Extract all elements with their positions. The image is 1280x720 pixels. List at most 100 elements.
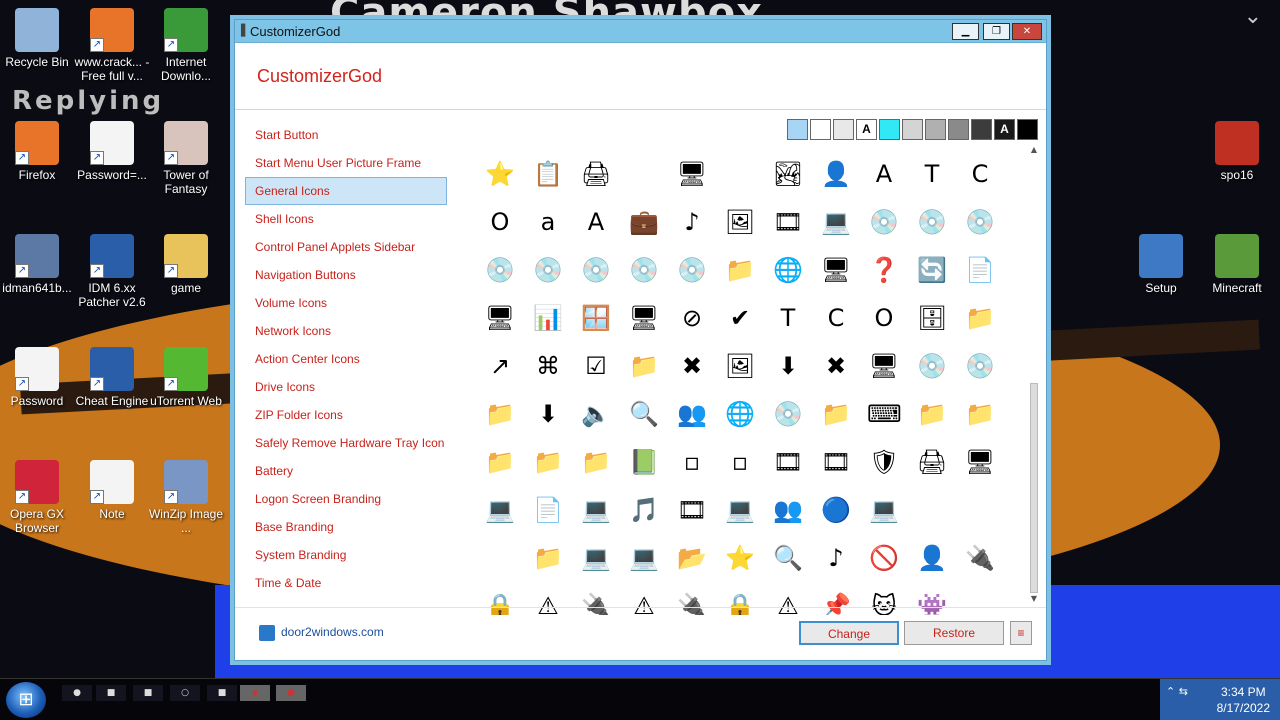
desktop-icon[interactable]: spo16 [1199, 121, 1275, 182]
resource-icon[interactable]: 🖼 [723, 349, 757, 383]
resource-icon[interactable]: 💻 [627, 541, 661, 575]
menu-item[interactable]: Shell Icons [245, 205, 447, 233]
resource-icon[interactable]: 🖥 [819, 253, 853, 287]
resource-icon[interactable]: 📁 [579, 445, 613, 479]
resource-icon[interactable]: 📁 [483, 445, 517, 479]
resource-icon[interactable]: 🖨 [915, 445, 949, 479]
resource-icon[interactable]: 💿 [915, 349, 949, 383]
resource-icon[interactable]: ✔ [723, 301, 757, 335]
close-button[interactable]: ✕ [1012, 23, 1042, 40]
menu-item[interactable]: Time & Date [245, 569, 447, 597]
theme-swatch[interactable] [833, 119, 854, 140]
resource-icon[interactable]: 🔒 [483, 589, 517, 615]
resource-icon[interactable]: ♪ [819, 541, 853, 575]
desktop-icon[interactable]: ↗ Note [74, 460, 150, 521]
resource-icon[interactable]: A [579, 205, 613, 239]
resource-icon[interactable] [723, 157, 757, 191]
resource-icon[interactable]: 🔈 [579, 397, 613, 431]
menu-item[interactable]: Volume Icons [245, 289, 447, 317]
resource-icon[interactable]: C [963, 157, 997, 191]
menu-item[interactable]: Action Center Icons [245, 345, 447, 373]
resource-icon[interactable]: 👥 [771, 493, 805, 527]
menu-item[interactable]: ZIP Folder Icons [245, 401, 447, 429]
resource-icon[interactable]: 🛡 [867, 445, 901, 479]
resource-icon[interactable]: 👥 [675, 397, 709, 431]
resource-icon[interactable]: 📁 [483, 397, 517, 431]
theme-swatch[interactable] [810, 119, 831, 140]
resource-icon[interactable]: 💻 [819, 205, 853, 239]
resource-icon[interactable]: 💿 [483, 253, 517, 287]
resource-icon[interactable]: 💻 [579, 541, 613, 575]
resource-icon[interactable]: 🎞 [771, 445, 805, 479]
resource-icon[interactable]: ⭐ [483, 157, 517, 191]
resource-icon[interactable]: ⚠ [627, 589, 661, 615]
resource-icon[interactable]: 📄 [531, 493, 565, 527]
resource-icon[interactable] [963, 589, 997, 615]
resource-icon[interactable]: 🔌 [675, 589, 709, 615]
tray-clock[interactable]: 3:34 PM 8/17/2022 [1217, 684, 1270, 716]
theme-swatch[interactable] [1017, 119, 1038, 140]
resource-icon[interactable]: 💿 [771, 397, 805, 431]
restore-button[interactable]: Restore [904, 621, 1004, 645]
resource-icon[interactable]: 📁 [963, 397, 997, 431]
desktop-icon[interactable]: ↗ WinZip Image ... [148, 460, 224, 535]
resource-icon[interactable]: T [915, 157, 949, 191]
resource-icon[interactable]: 📄 [963, 253, 997, 287]
desktop-icon[interactable]: ↗ Opera GX Browser [0, 460, 75, 535]
resource-icon[interactable]: 💿 [963, 205, 997, 239]
resource-icon[interactable]: ⬇ [771, 349, 805, 383]
taskbar-app-button[interactable]: ▪ [240, 685, 270, 701]
desktop-icon[interactable]: ↗ Password [0, 347, 75, 408]
resource-icon[interactable]: 💿 [675, 253, 709, 287]
resource-icon[interactable]: 💿 [627, 253, 661, 287]
start-button[interactable]: ⊞ [6, 682, 46, 718]
resource-icon[interactable]: ▫ [723, 445, 757, 479]
resource-icon[interactable]: ⚠ [531, 589, 565, 615]
menu-item[interactable]: General Icons [245, 177, 447, 205]
resource-icon[interactable]: ▫ [675, 445, 709, 479]
resource-icon[interactable]: ⌘ [531, 349, 565, 383]
menu-item[interactable]: Battery [245, 457, 447, 485]
resource-icon[interactable]: 🖥 [963, 445, 997, 479]
resource-icon[interactable] [963, 493, 997, 527]
resource-icon[interactable]: 🖥 [483, 301, 517, 335]
minimize-button[interactable]: ▁ [952, 23, 979, 40]
menu-item[interactable]: Safely Remove Hardware Tray Icon [245, 429, 447, 457]
resource-icon[interactable]: 📋 [531, 157, 565, 191]
resource-icon[interactable] [483, 541, 517, 575]
menu-item[interactable]: Network Icons [245, 317, 447, 345]
resource-icon[interactable]: 🔄 [915, 253, 949, 287]
icon-grid-scrollbar[interactable]: ▲ ▼ [1029, 145, 1039, 604]
resource-icon[interactable]: 💿 [531, 253, 565, 287]
resource-icon[interactable]: 🪟 [579, 301, 613, 335]
resource-icon[interactable]: 🖥 [627, 301, 661, 335]
resource-icon[interactable]: 💼 [627, 205, 661, 239]
resource-icon[interactable]: A [867, 157, 901, 191]
desktop-icon[interactable]: ↗ idman641b... [0, 234, 75, 295]
taskbar-app-button[interactable]: ■ [133, 685, 163, 701]
resource-icon[interactable]: ✖ [675, 349, 709, 383]
resource-icon[interactable]: ⬇ [531, 397, 565, 431]
resource-icon[interactable]: 💿 [867, 205, 901, 239]
resource-icon[interactable]: 📁 [531, 445, 565, 479]
resource-icon[interactable]: 🌐 [771, 253, 805, 287]
menu-item[interactable]: Drive Icons [245, 373, 447, 401]
resource-icon[interactable]: 🗄 [915, 301, 949, 335]
menu-item[interactable]: Start Button [245, 121, 447, 149]
theme-swatch[interactable]: A [856, 119, 877, 140]
resource-icon[interactable]: ⚠ [771, 589, 805, 615]
theme-swatch[interactable] [971, 119, 992, 140]
resource-icon[interactable]: 💻 [867, 493, 901, 527]
taskbar-app-button[interactable]: ● [62, 685, 92, 701]
desktop-icon[interactable]: ↗ Internet Downlo... [148, 8, 224, 83]
menu-item[interactable]: Base Branding [245, 513, 447, 541]
resource-icon[interactable]: 📁 [915, 397, 949, 431]
resource-icon[interactable]: ⭐ [723, 541, 757, 575]
resource-icon[interactable]: ↗ [483, 349, 517, 383]
tray-icons[interactable]: ⌃ ⇆ [1166, 685, 1188, 698]
menu-item[interactable]: Logon Screen Branding [245, 485, 447, 513]
resource-icon[interactable]: 📁 [963, 301, 997, 335]
desktop-icon[interactable]: ↗ www.crack... - Free full v... [74, 8, 150, 83]
desktop-icon[interactable]: ↗ game [148, 234, 224, 295]
title-bar[interactable]: ▌ CustomizerGod ▁ ❐ ✕ [235, 20, 1046, 43]
